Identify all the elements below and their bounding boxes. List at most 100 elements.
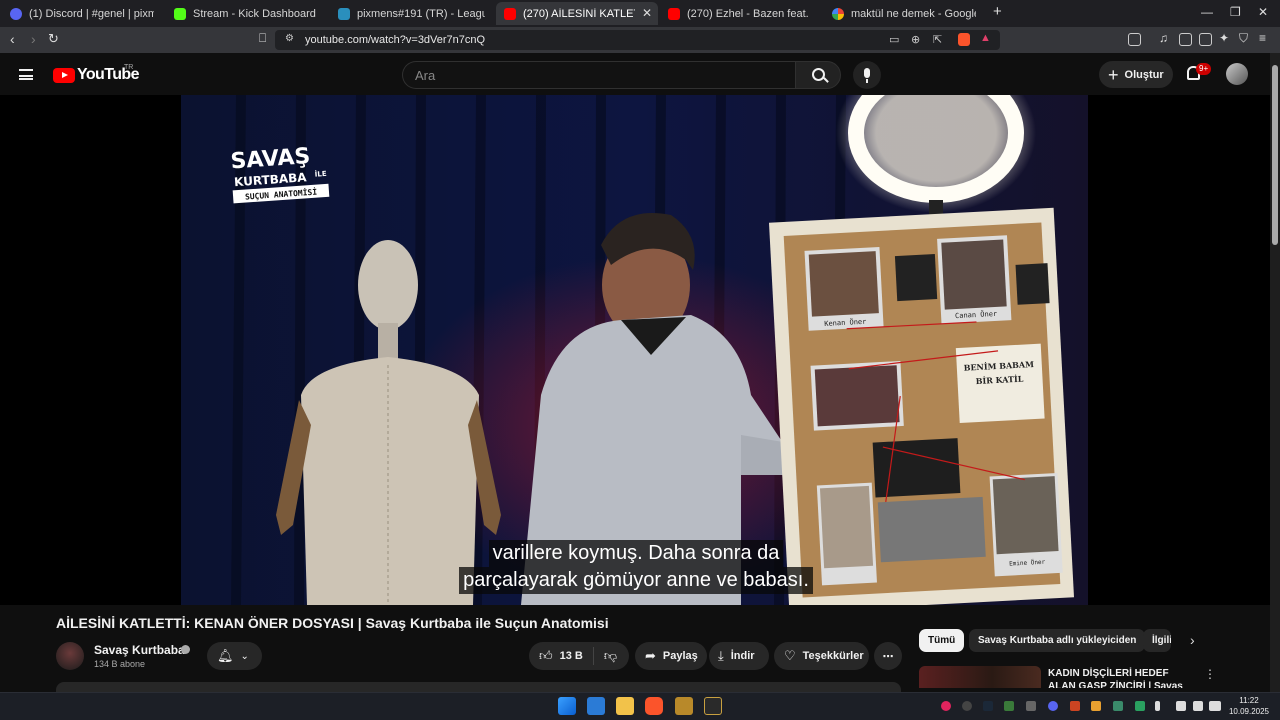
search-button[interactable] (795, 61, 841, 89)
forward-icon[interactable]: › (31, 31, 36, 47)
brave-browser-icon[interactable] (645, 697, 663, 715)
game-app-icon[interactable] (675, 697, 693, 715)
new-tab-icon[interactable]: + (993, 3, 1002, 20)
youtube-logo-icon[interactable] (53, 68, 75, 83)
volume-tray-icon[interactable] (1193, 701, 1203, 711)
voice-search-mic-icon[interactable] (853, 61, 881, 89)
site-info-icon[interactable]: ⚙ (285, 33, 294, 44)
channel-name[interactable]: Savaş Kurtbaba (94, 643, 185, 657)
thumbs-down-icon[interactable]: 👎︎ (604, 648, 617, 664)
cast-icon[interactable]: ▭ (889, 33, 899, 46)
tab-title: (1) Discord | #genel | pixmens (29, 7, 154, 20)
tab-title: (270) AİLESİNİ KATLETTİ: KEN... (523, 7, 635, 20)
browser-tab-leagueofgraphs[interactable]: pixmens#191 (TR) - LeagueOfGraphs (330, 2, 493, 25)
tray-app-icon[interactable] (1004, 701, 1014, 711)
video-player[interactable]: Kenan Öner Canan Öner BENİM BABAM BİR KA… (181, 95, 1088, 605)
discord-icon (10, 7, 22, 20)
download-label: İndir (730, 650, 755, 662)
like-dislike-group: 👍︎ 13 B 👎︎ (529, 642, 629, 670)
close-window-icon[interactable]: ✕ (1258, 5, 1268, 19)
tray-app-icon[interactable] (962, 701, 972, 711)
chip-related[interactable]: İlgili (1143, 629, 1171, 652)
download-button[interactable]: ⤓ İndir (709, 642, 769, 670)
clock-date: 10.09.2025 (1228, 707, 1270, 716)
tab-title: Stream - Kick Dashboard (193, 7, 316, 20)
search-input[interactable]: Ara (402, 61, 796, 89)
file-explorer-icon[interactable] (616, 697, 634, 715)
tray-app-icon[interactable] (1070, 701, 1080, 711)
chip-from-uploader[interactable]: Savaş Kurtbaba adlı yükleyiciden (969, 629, 1146, 652)
chevron-right-icon[interactable]: › (1190, 632, 1195, 648)
hamburger-menu-icon[interactable] (19, 69, 33, 80)
extension-icon[interactable] (1128, 33, 1141, 46)
subscription-bell-button[interactable]: 🔔︎ ⌄ (207, 642, 262, 670)
browser-tab-ezhel[interactable]: (270) Ezhel - Bazen feat. Emel - YouTube (660, 2, 820, 25)
create-label: Oluştur (1124, 68, 1164, 81)
recommended-title[interactable]: KADIN DİŞÇİLERİ HEDEF ALAN GASP ZİNCİRİ … (1048, 667, 1193, 688)
share-icon[interactable]: ⇱ (933, 33, 942, 46)
create-button[interactable]: + Oluştur (1099, 61, 1173, 88)
brave-shield-icon[interactable] (958, 33, 970, 46)
like-divider (592, 647, 594, 665)
video-frame: Kenan Öner Canan Öner BENİM BABAM BİR KA… (181, 95, 1088, 605)
reload-icon[interactable]: ↻ (48, 31, 59, 47)
like-button[interactable]: 👍︎ 13 B (539, 648, 583, 664)
start-windows-icon[interactable] (558, 697, 576, 715)
youtube-icon (668, 7, 680, 20)
photos-icon[interactable] (587, 697, 605, 715)
clock-time: 11:22 (1239, 696, 1259, 705)
minimize-icon[interactable]: — (1201, 5, 1213, 19)
share-button[interactable]: ➦ Paylaş (635, 642, 707, 670)
bookmark-icon[interactable]: ⎕ (259, 31, 266, 46)
thumbs-up-icon: 👍︎ (539, 648, 553, 663)
browser-tab-kick[interactable]: Stream - Kick Dashboard (166, 2, 326, 25)
browser-tab-youtube-active[interactable]: (270) AİLESİNİ KATLETTİ: KEN... ✕ (496, 2, 658, 25)
back-icon[interactable]: ‹ (10, 31, 15, 47)
restore-icon[interactable]: ❐ (1230, 5, 1241, 19)
thanks-button[interactable]: ♡ Teşekkürler (774, 642, 869, 670)
tray-app-icon[interactable] (1091, 701, 1101, 711)
description-box[interactable] (56, 682, 901, 692)
vpn-icon[interactable]: ⛉ (1239, 31, 1248, 46)
address-bar[interactable]: ⚙ youtube.com/watch?v=3dVer7n7cnQ ▭ ⊕ ⇱ … (275, 30, 1000, 50)
menu-icon[interactable]: ≡ (1259, 31, 1266, 45)
more-actions-button[interactable]: ⋯ (874, 642, 902, 670)
channel-avatar[interactable] (56, 642, 84, 670)
tray-app-icon[interactable] (1113, 701, 1123, 711)
steam-tray-icon[interactable] (983, 701, 993, 711)
tray-app-icon[interactable] (1135, 701, 1145, 711)
chip-all[interactable]: Tümü (919, 629, 965, 652)
discord-tray-icon[interactable] (1048, 701, 1058, 711)
video-subtitles: varillere koymuş. Daha sonra da parçalay… (436, 540, 836, 594)
browser-tab-strip: (1) Discord | #genel | pixmens Stream - … (0, 0, 1280, 27)
music-icon[interactable]: ♫ (1159, 31, 1168, 45)
leo-ai-icon[interactable]: ✦ (1219, 31, 1229, 45)
browser-tab-discord[interactable]: (1) Discord | #genel | pixmens (2, 2, 162, 25)
account-avatar[interactable] (1226, 63, 1248, 85)
close-tab-icon[interactable]: ✕ (642, 6, 652, 20)
page-scrollbar[interactable] (1270, 53, 1280, 692)
tray-app-icon[interactable] (1026, 701, 1036, 711)
tab-title: maktül ne demek - Google'da Ara (851, 7, 976, 20)
league-client-icon[interactable] (704, 697, 722, 715)
recommended-thumbnail[interactable] (919, 666, 1041, 688)
download-icon: ⤓ (718, 648, 724, 663)
recommended-menu-icon[interactable]: ⋮ (1204, 667, 1216, 681)
player-letterbox-right (1088, 95, 1270, 605)
tab-title: (270) Ezhel - Bazen feat. Emel - YouTube (687, 7, 812, 20)
subtitle-line-2: parçalayarak gömüyor anne ve babası. (459, 567, 813, 594)
zoom-icon[interactable]: ⊕ (911, 33, 920, 46)
microphone-tray-icon[interactable] (1155, 701, 1160, 711)
network-tray-icon[interactable] (1176, 701, 1186, 711)
tray-app-icon[interactable] (941, 701, 951, 711)
more-dots-icon: ⋯ (882, 650, 894, 663)
taskbar-clock[interactable]: 11:22 10.09.2025 (1226, 695, 1272, 717)
kick-icon (174, 7, 186, 20)
sidebar-icon[interactable] (1179, 33, 1192, 46)
scrollbar-thumb[interactable] (1272, 65, 1278, 245)
battery-tray-icon[interactable] (1209, 701, 1221, 711)
browser-tab-google[interactable]: maktül ne demek - Google'da Ara (824, 2, 984, 25)
wallet-icon[interactable] (1199, 33, 1212, 46)
search-placeholder: Ara (415, 67, 436, 83)
brave-rewards-icon[interactable]: ▲ (980, 32, 991, 44)
